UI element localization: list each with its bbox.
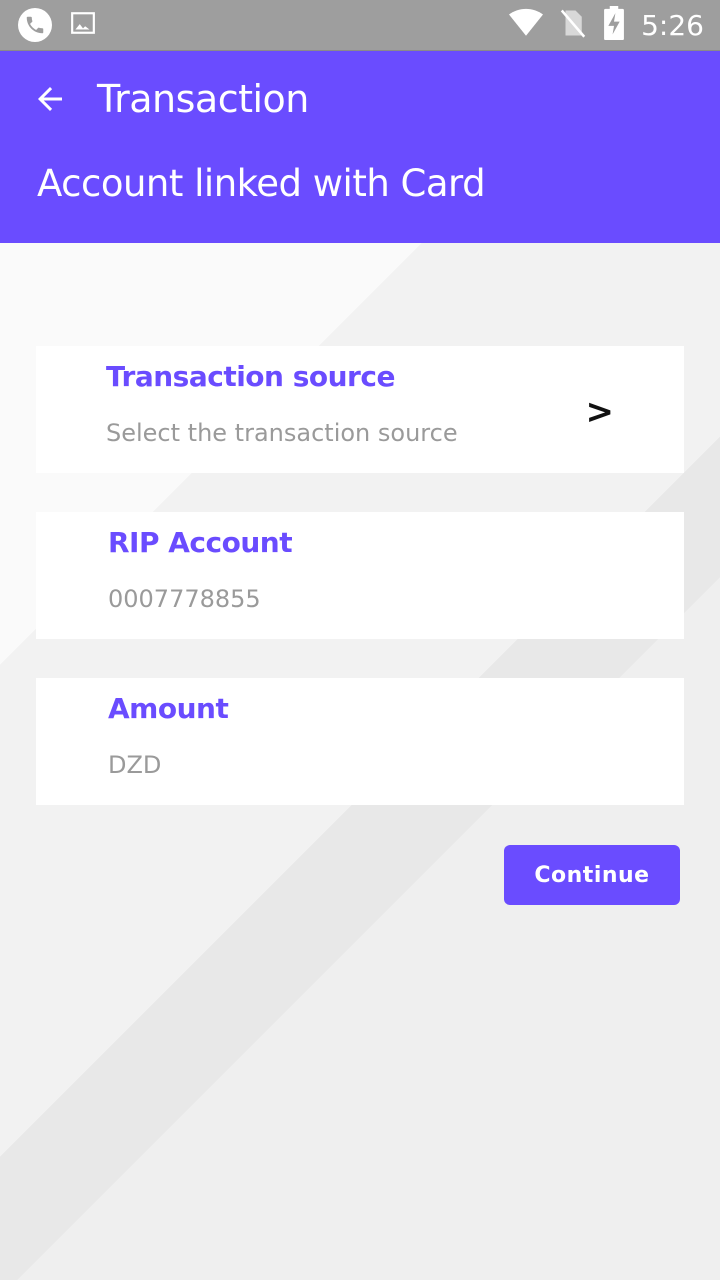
rip-account-field[interactable]: RIP Account 0007778855 <box>36 512 684 639</box>
continue-button[interactable]: Continue <box>504 845 680 905</box>
back-button[interactable] <box>26 75 74 123</box>
wifi-icon <box>509 8 544 42</box>
image-icon <box>70 10 96 40</box>
app-bar: Transaction Account linked with Card <box>0 51 720 243</box>
chevron-right-icon: > <box>585 392 615 432</box>
transaction-source-field[interactable]: Transaction source Select the transactio… <box>36 346 684 473</box>
battery-charging-icon <box>603 6 625 44</box>
rip-account-label: RIP Account <box>108 526 293 559</box>
amount-label: Amount <box>108 692 229 725</box>
phone-icon <box>18 8 52 42</box>
amount-currency: DZD <box>108 751 162 779</box>
status-bar: 5:26 <box>0 0 720 51</box>
arrow-left-icon <box>38 87 62 111</box>
page-subtitle: Account linked with Card <box>37 162 486 205</box>
page-title: Transaction <box>97 77 309 121</box>
rip-account-value: 0007778855 <box>108 585 261 613</box>
status-time: 5:26 <box>641 8 704 42</box>
transaction-source-placeholder: Select the transaction source <box>106 419 458 447</box>
transaction-source-label: Transaction source <box>106 360 395 393</box>
no-sim-icon <box>559 8 587 42</box>
amount-field[interactable]: Amount DZD <box>36 678 684 805</box>
